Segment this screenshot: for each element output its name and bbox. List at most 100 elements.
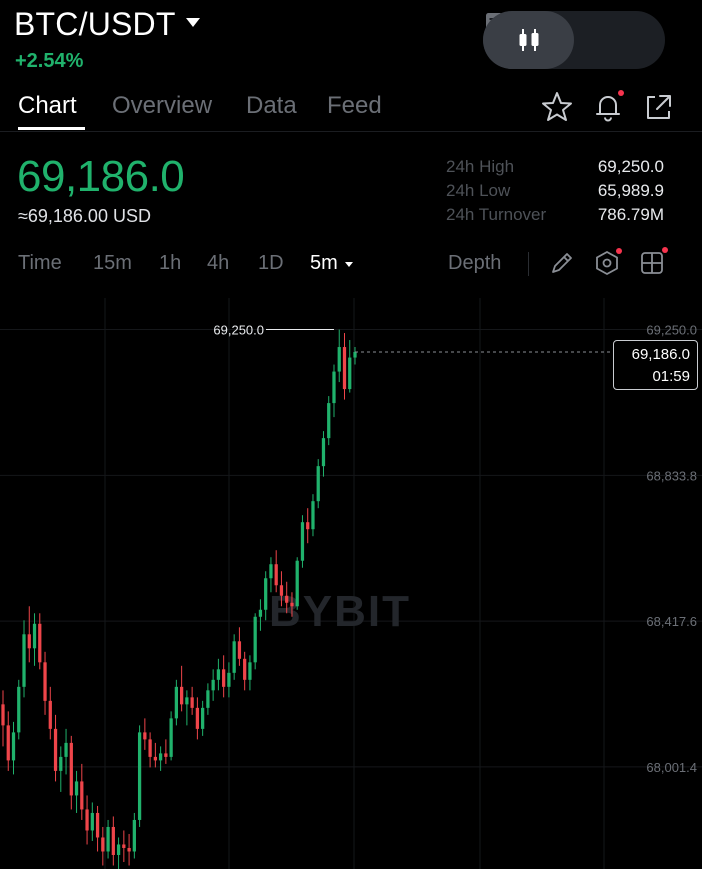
candle (211, 669, 215, 701)
candle-body (11, 732, 16, 761)
candle-body (127, 847, 131, 852)
interval-1h[interactable]: 1h (159, 252, 181, 275)
candle (227, 662, 231, 698)
candle (206, 683, 210, 715)
candle-body (332, 371, 336, 404)
candle (122, 830, 126, 862)
price-markers: 69,250.0 (213, 323, 612, 353)
high-marker-label: 69,250.0 (213, 323, 264, 338)
pair-dropdown-caret-icon[interactable] (186, 18, 200, 27)
candle-body (64, 742, 68, 757)
pencil-icon[interactable] (548, 249, 576, 277)
candle-body (316, 466, 320, 502)
candle-body (137, 732, 142, 820)
candle-body (185, 697, 189, 705)
candle (195, 697, 200, 740)
candle (153, 742, 157, 768)
candle (85, 795, 89, 845)
candlestick-view-button[interactable] (483, 11, 574, 69)
candle-body (216, 669, 221, 680)
tab-data[interactable]: Data (246, 92, 297, 120)
candle (101, 826, 105, 866)
candle-countdown: 01:59 (652, 368, 690, 385)
candle-body (295, 560, 299, 607)
candle-body (22, 634, 26, 687)
candle-body (290, 602, 294, 607)
candle-body (153, 756, 157, 761)
stat-value-24h-high: 69,250.0 (597, 157, 664, 176)
candle-body (17, 686, 21, 733)
candle (6, 711, 10, 771)
candle-body (38, 623, 42, 663)
candle-body (95, 812, 100, 838)
trading-pair-title[interactable]: BTC/USDT (14, 6, 176, 43)
candle (69, 735, 73, 810)
candle (174, 679, 179, 726)
candle (143, 718, 147, 750)
interval-5m[interactable]: 5m (310, 252, 338, 275)
candle (59, 746, 63, 792)
candle-body (306, 522, 310, 530)
layout-notification-dot (662, 247, 668, 253)
candle (222, 655, 226, 698)
candle-body (285, 595, 289, 603)
star-icon[interactable] (540, 90, 574, 124)
candle-body (179, 686, 184, 705)
layout-grid-icon[interactable] (638, 249, 666, 277)
interval-time[interactable]: Time (18, 252, 62, 275)
candle (321, 431, 326, 477)
candle (190, 686, 194, 715)
candle-body (311, 501, 315, 530)
price-change-percent: +2.54% (15, 50, 84, 72)
candle-body (342, 347, 347, 390)
view-mode-toggle[interactable] (483, 11, 665, 69)
candle (348, 340, 352, 393)
candle (316, 459, 320, 509)
interval-15m[interactable]: 15m (93, 252, 132, 275)
candle-body (248, 662, 252, 680)
share-icon[interactable] (641, 90, 675, 124)
candle-body (190, 697, 194, 708)
candle (201, 700, 205, 736)
candlestick-chart[interactable]: BYBIT 69,250.0 68,833.8 68,417.6 68,001.4 6… (0, 298, 702, 869)
candle-body (321, 438, 326, 467)
candle-body (174, 686, 179, 719)
candle (253, 613, 257, 670)
interval-1d[interactable]: 1D (258, 252, 284, 275)
candle-body (111, 826, 115, 855)
candle (64, 728, 68, 775)
candle (258, 599, 263, 631)
candle-body (132, 819, 136, 852)
bell-notification-dot (618, 90, 624, 96)
candle (1, 690, 5, 747)
candle-body (222, 669, 226, 687)
usd-equivalent: ≈69,186.00 USD (18, 206, 151, 226)
candle-body (148, 739, 152, 757)
candle-body (74, 781, 79, 796)
candle-body (85, 809, 89, 831)
candle-body (279, 585, 284, 596)
candle (311, 494, 315, 537)
tab-feed[interactable]: Feed (327, 92, 382, 120)
tab-overview[interactable]: Overview (112, 92, 212, 120)
candle-body (206, 690, 210, 708)
candle (38, 613, 42, 670)
candle (148, 732, 152, 768)
candle-body (237, 641, 242, 659)
candle-body (59, 756, 63, 771)
candle (22, 620, 26, 698)
candle-body (169, 718, 173, 757)
candle (232, 634, 236, 680)
interval-dropdown-caret-icon[interactable] (345, 262, 353, 267)
y-tick-label: 68,001.4 (646, 760, 697, 775)
candle-body (101, 837, 105, 852)
candle-body (269, 564, 273, 579)
depth-button[interactable]: Depth (448, 252, 501, 275)
stat-label-24h-turnover: 24h Turnover (446, 205, 547, 224)
candle-body (253, 616, 257, 663)
candle-body (27, 634, 31, 649)
candle (27, 606, 31, 663)
tab-chart[interactable]: Chart (18, 92, 77, 120)
candle (74, 770, 79, 813)
interval-4h[interactable]: 4h (207, 252, 229, 275)
